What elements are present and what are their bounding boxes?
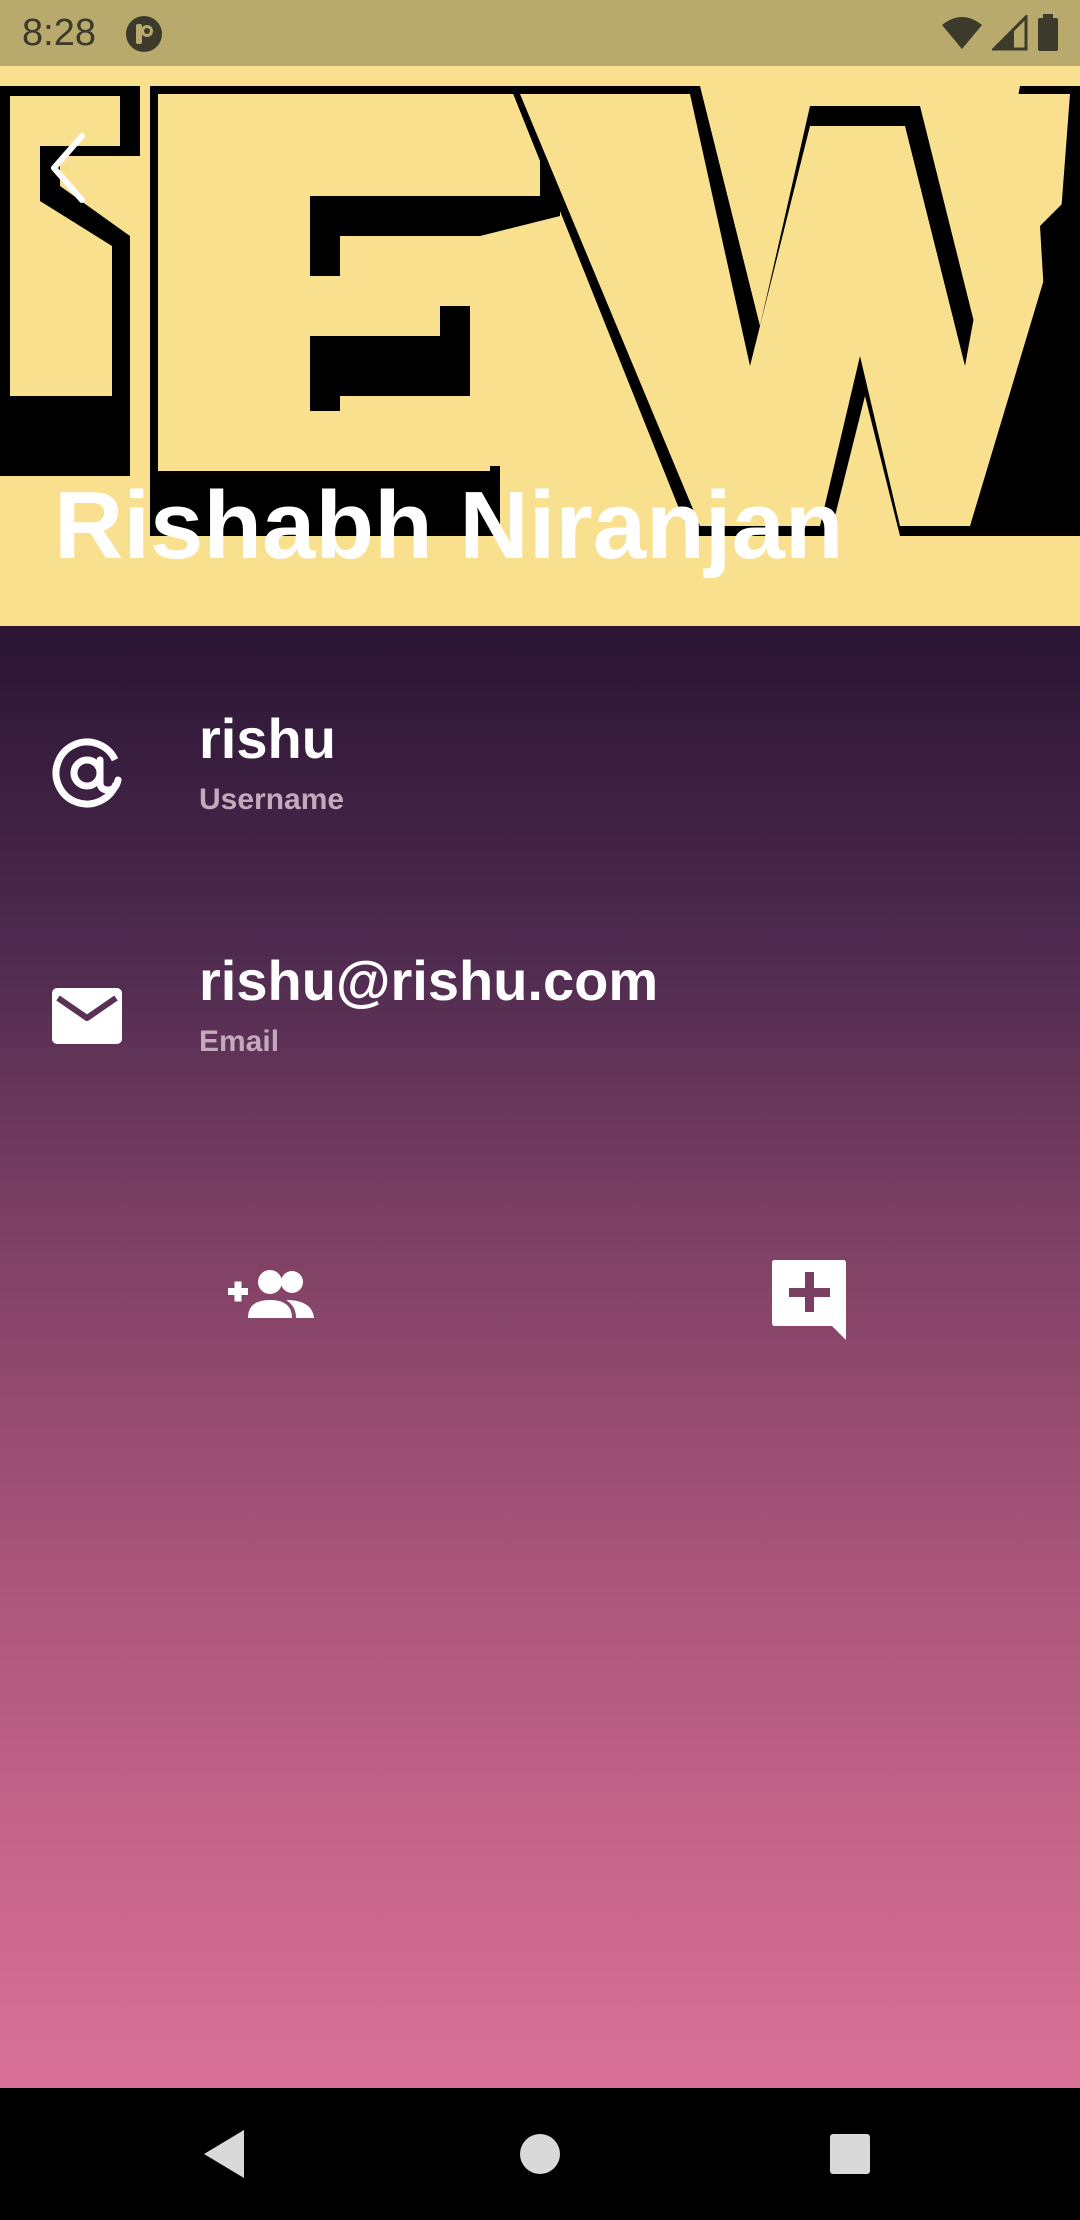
nav-recents-icon[interactable] — [820, 2124, 880, 2184]
username-label: Username — [199, 783, 345, 816]
signal-icon — [992, 15, 1028, 51]
nav-home-icon[interactable] — [510, 2124, 570, 2184]
status-icons — [940, 12, 1060, 54]
email-row: rishu@rishu.com Email — [0, 948, 1080, 1098]
add-message-icon[interactable] — [760, 1252, 860, 1352]
profile-name: Rishabh Niranjan — [54, 472, 844, 579]
mail-icon — [52, 988, 122, 1044]
email-label: Email — [199, 1025, 280, 1058]
back-arrow-icon[interactable] — [40, 126, 104, 210]
battery-icon — [1038, 14, 1058, 51]
at-sign-icon — [52, 738, 122, 808]
email-value: rishu@rishu.com — [199, 949, 659, 1012]
profile-screen: 8:28 Rishabh Niranjan rishu Username ris… — [0, 0, 1080, 2220]
app-notification-icon — [126, 16, 162, 52]
status-time: 8:28 — [22, 12, 96, 54]
username-row: rishu Username — [0, 706, 1080, 856]
username-value: rishu — [199, 707, 336, 770]
wifi-icon — [942, 17, 982, 49]
add-friend-icon[interactable] — [220, 1252, 320, 1352]
system-nav-bar — [0, 2088, 1080, 2220]
status-bar: 8:28 — [0, 0, 1080, 66]
profile-details: rishu Username rishu@rishu.com Email — [0, 626, 1080, 2088]
profile-header: Rishabh Niranjan — [0, 66, 1080, 626]
nav-back-icon[interactable] — [196, 2124, 256, 2184]
